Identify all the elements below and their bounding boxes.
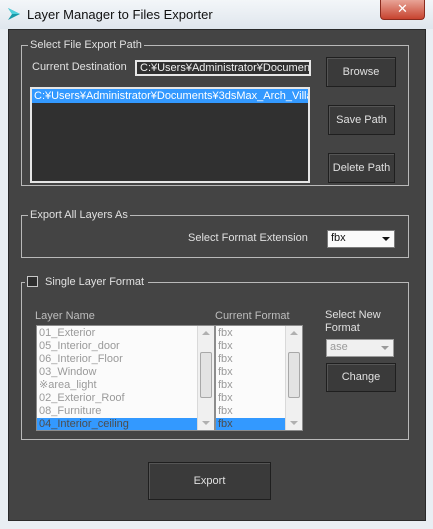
current-format-list[interactable]: fbx fbx fbx fbx fbx fbx fbx fbx xyxy=(215,325,303,431)
save-path-button[interactable]: Save Path xyxy=(328,105,395,135)
change-button-label: Change xyxy=(341,371,381,383)
scroll-down-icon[interactable] xyxy=(202,421,210,425)
scrollbar-thumb[interactable] xyxy=(288,352,300,398)
export-path-group-title: Select File Export Path xyxy=(28,38,144,52)
delete-path-button[interactable]: Delete Path xyxy=(328,153,395,183)
export-button-label: Export xyxy=(193,475,226,487)
current-destination-field: C:¥Users¥Administrator¥Documen xyxy=(135,60,311,76)
layer-name-list[interactable]: 01_Exterior 05_Interior_door 06_Interior… xyxy=(36,325,215,431)
layer-name-item[interactable]: 03_Window xyxy=(37,366,214,379)
scrollbar-thumb[interactable] xyxy=(200,352,212,398)
scroll-down-icon[interactable] xyxy=(290,421,298,425)
layer-name-item[interactable]: 08_Furniture xyxy=(37,405,214,418)
close-button[interactable]: ✕ xyxy=(380,0,425,20)
layer-name-item[interactable]: 05_Interior_door xyxy=(37,340,214,353)
save-path-button-label: Save Path xyxy=(336,114,387,126)
delete-path-button-label: Delete Path xyxy=(332,162,391,174)
window-title: Layer Manager to Files Exporter xyxy=(27,7,213,22)
change-button[interactable]: Change xyxy=(326,363,396,392)
title-bar: Layer Manager to Files Exporter ✕ xyxy=(0,0,433,29)
scroll-up-icon[interactable] xyxy=(290,331,298,335)
saved-path-item[interactable]: C:¥Users¥Administrator¥Documents¥3dsMax_… xyxy=(32,89,308,103)
export-button[interactable]: Export xyxy=(148,462,271,500)
new-format-select[interactable]: ase xyxy=(326,339,394,357)
current-destination-label: Current Destination xyxy=(32,61,127,73)
select-new-format-label: Select New Format xyxy=(325,309,381,334)
saved-paths-list[interactable]: C:¥Users¥Administrator¥Documents¥3dsMax_… xyxy=(30,87,310,183)
current-format-header: Current Format xyxy=(215,310,290,322)
chevron-down-icon xyxy=(382,237,390,241)
layer-name-item[interactable]: ※area_light xyxy=(37,379,214,392)
scroll-up-icon[interactable] xyxy=(202,331,210,335)
layer-name-header: Layer Name xyxy=(35,310,95,322)
single-layer-checkbox-row[interactable]: Single Layer Format xyxy=(25,275,149,289)
app-logo-icon xyxy=(8,8,20,20)
layer-name-item[interactable]: 06_Interior_Floor xyxy=(37,353,214,366)
new-format-value: ase xyxy=(330,341,348,353)
single-layer-checkbox[interactable] xyxy=(27,276,38,287)
format-extension-label: Select Format Extension xyxy=(188,232,308,244)
format-extension-select[interactable]: fbx xyxy=(327,230,395,248)
layer-list-scrollbar[interactable] xyxy=(197,326,214,430)
dialog-body: Select File Export Path Current Destinat… xyxy=(8,29,426,521)
layer-name-item[interactable]: 02_Exterior_Roof xyxy=(37,392,214,405)
layer-name-item[interactable]: 01_Exterior xyxy=(37,327,214,340)
export-all-group-title: Export All Layers As xyxy=(28,208,130,222)
format-list-scrollbar[interactable] xyxy=(285,326,302,430)
single-layer-checkbox-label: Single Layer Format xyxy=(45,276,145,288)
browse-button[interactable]: Browse xyxy=(326,57,396,87)
format-extension-value: fbx xyxy=(331,232,346,244)
chevron-down-icon xyxy=(381,346,389,350)
layer-name-item-selected[interactable]: 04_Interior_ceiling xyxy=(37,418,214,430)
close-icon: ✕ xyxy=(397,1,408,16)
browse-button-label: Browse xyxy=(342,66,380,78)
